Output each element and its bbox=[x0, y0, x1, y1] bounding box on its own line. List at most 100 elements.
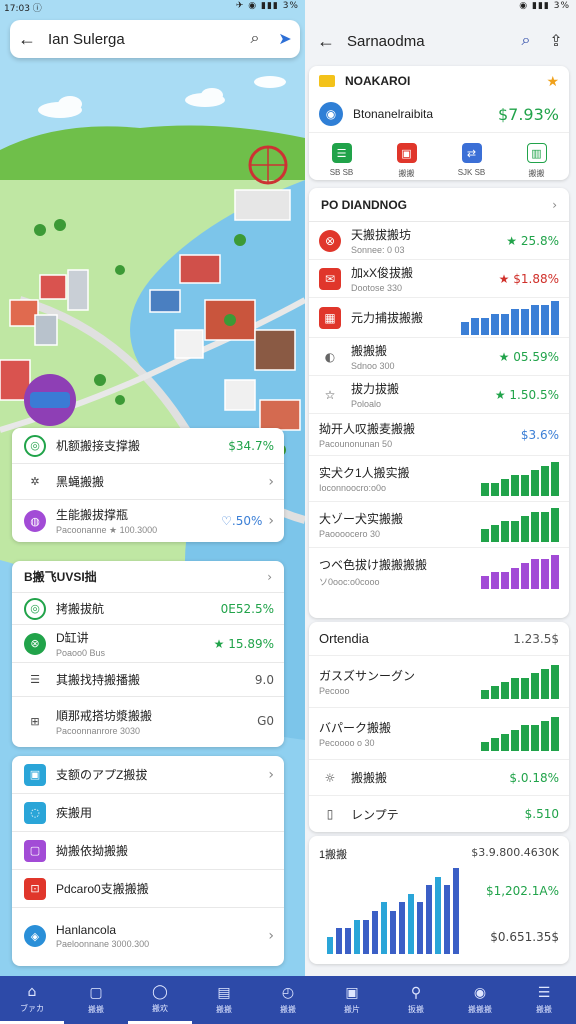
nav-item-4[interactable]: ▤ 搬搬 bbox=[192, 976, 256, 1024]
quick-action-3[interactable]: ⇄ SJK SB bbox=[442, 143, 502, 179]
chart-bar bbox=[390, 911, 396, 954]
globe-icon: ◍ bbox=[24, 510, 46, 532]
section-title: Ortendia bbox=[319, 631, 369, 646]
account-title-row: NOAKAROI ★ bbox=[309, 66, 569, 96]
list-item[interactable]: ⊡ Pdcaro0支搬搬搬 bbox=[12, 870, 284, 908]
list-item[interactable]: ◎ 机额搬接支撑搬 $34.7% bbox=[12, 428, 284, 464]
quick-action-label: SB SB bbox=[329, 168, 354, 177]
sparkline bbox=[461, 300, 559, 335]
quick-action-2[interactable]: ▣ 搬搬 bbox=[377, 143, 437, 179]
list-item[interactable]: ▣ 支额のアプZ搬拔 › bbox=[12, 756, 284, 794]
spark-bar bbox=[551, 461, 559, 496]
chevron-right-icon: › bbox=[267, 569, 272, 584]
section-header[interactable]: B搬飞UVSI拙 › bbox=[12, 561, 284, 593]
list-item[interactable]: ☰ 其搬找持搬播搬 9.0 bbox=[12, 663, 284, 697]
list-item[interactable]: 实犬ク1人搬实搬 Ioconnoocro:o0o bbox=[309, 456, 569, 502]
nav-item-5[interactable]: ◴ 搬搬 bbox=[256, 976, 320, 1024]
nav-item-2[interactable]: ▢ 搬搬 bbox=[64, 976, 128, 1024]
list-item[interactable]: ▢ 拗搬依拗搬搬 bbox=[12, 832, 284, 870]
card-icon: ☰ bbox=[331, 143, 352, 163]
item-label: Hanlancola bbox=[56, 923, 117, 937]
item-label: 拔力拔搬 bbox=[351, 382, 400, 396]
lock-icon: ▣ bbox=[396, 143, 417, 163]
back-arrow-icon[interactable]: ← bbox=[309, 31, 343, 52]
list-item[interactable]: ◍ 生能搬拔撑瓶 Pacoonanne ★ 100.3000 ♡.50% › bbox=[12, 500, 284, 542]
bottom-navigation: ⌂ ブァカ ▢ 搬搬 ◯ 搬欢 ▤ 搬搬 ◴ 搬搬 ▣ 搬片 ⚲ 扳搬 ◉ 搬搬搬 ☰ 搬搬 bbox=[0, 976, 576, 1024]
back-arrow-icon[interactable]: ← bbox=[10, 29, 44, 50]
list-item[interactable]: ✲ 黑蝇搬搬 › bbox=[12, 464, 284, 500]
section-value: 1.23.5$ bbox=[513, 631, 559, 646]
item-label: 天搬拔搬坊 bbox=[351, 228, 412, 242]
chevron-right-icon: › bbox=[268, 928, 274, 944]
list-item[interactable]: 大ゾー犬实搬搬 Paoooocero 30 bbox=[309, 502, 569, 548]
square-icon: ▣ bbox=[24, 763, 46, 786]
list-item[interactable]: ✉ 加xX俊拔搬 Dootose 330 ★ $1.88% bbox=[309, 260, 569, 298]
list-item[interactable]: ☼ 搬搬搬 $.0.18% bbox=[309, 760, 569, 796]
list-item[interactable]: ◈ Hanlancola Paeloonnane 3000.300 › bbox=[12, 908, 284, 964]
chart-bar bbox=[363, 920, 369, 954]
item-value: ★ $1.88% bbox=[498, 271, 559, 286]
nav-item-6[interactable]: ▣ 搬片 bbox=[320, 976, 384, 1024]
categories-card: ▣ 支额のアプZ搬拔 › ◌ 疾搬用 ▢ 拗搬依拗搬搬 ⊡ Pdcaro0支搬搬… bbox=[12, 756, 284, 966]
list-item[interactable]: バパーク搬搬 Pecoooo o 30 bbox=[309, 708, 569, 760]
grid-icon: ⊞ bbox=[30, 714, 40, 728]
performance-chart-card: 1搬搬 $3.9.800.4630K $1,202.1A% $0.651.35$ bbox=[309, 836, 569, 964]
list-item[interactable]: ▯ レンプテ $.510 bbox=[309, 796, 569, 832]
spark-bar bbox=[521, 563, 529, 589]
nav-item-3[interactable]: ◯ 搬欢 bbox=[128, 976, 192, 1024]
quick-action-label: 搬搬 bbox=[398, 169, 415, 178]
item-value: ♡.50% bbox=[221, 514, 263, 528]
spark-bar bbox=[531, 304, 539, 335]
section-header[interactable]: PO DIANDNOG › bbox=[309, 188, 569, 222]
item-label: 順那戒搭坊漿搬搬 bbox=[56, 708, 153, 723]
list-item[interactable]: ガスズサンーグン Pecooo bbox=[309, 656, 569, 708]
search-bar[interactable]: ← Ian Sulerga ⌕ ➤ bbox=[10, 20, 300, 58]
search-icon[interactable]: ⌕ bbox=[511, 32, 541, 50]
status-bar: ◉ ▮▮▮ 3% bbox=[305, 0, 576, 14]
spark-bar bbox=[541, 511, 549, 542]
nav-menu[interactable]: ☰ 搬搬 bbox=[512, 976, 576, 1024]
quick-action-1[interactable]: ☰ SB SB bbox=[312, 143, 372, 179]
item-label: 搬搬搬 bbox=[351, 771, 388, 785]
share-icon[interactable]: ⇪ bbox=[541, 31, 571, 51]
half-circle-icon: ◐ bbox=[324, 349, 336, 364]
list-item[interactable]: ⊗ D缸讲 Poaoo0 Bus ★ 15.89% bbox=[12, 625, 284, 663]
nav-item-7[interactable]: ⚲ 扳搬 bbox=[384, 976, 448, 1024]
list-item[interactable]: ☆ 拔力拔搬 Poloalo ★ 1.50.5% bbox=[309, 376, 569, 414]
star-icon[interactable]: ★ bbox=[546, 73, 559, 90]
list-icon: ▤ bbox=[217, 985, 231, 1001]
item-label: 拗开人叹搬麦搬搬 bbox=[319, 422, 416, 436]
item-sub: Pecoooo o 30 bbox=[319, 738, 375, 748]
spark-bar bbox=[531, 724, 539, 751]
list-item[interactable]: つベ色拔け搬搬搬搬 ソ0ooc:o0cooo bbox=[309, 548, 569, 596]
nav-item-8[interactable]: ◉ 搬搬搬 bbox=[448, 976, 512, 1024]
list-item[interactable]: ◐ 搬搬搬 Sdnoo 300 ★ 05.59% bbox=[309, 338, 569, 376]
nav-home[interactable]: ⌂ ブァカ bbox=[0, 976, 64, 1024]
grid-icon: ▦ bbox=[319, 306, 341, 329]
list-item[interactable]: ⊗ 天搬拔搬坊 Sonnee: 0 03 ★ 25.8% bbox=[309, 222, 569, 260]
list-item[interactable]: ▦ 元力捕拔搬搬 bbox=[309, 298, 569, 338]
spark-bar bbox=[481, 482, 489, 496]
spark-bar bbox=[521, 474, 529, 496]
spark-bar bbox=[511, 568, 519, 589]
item-label: 实犬ク1人搬实搬 bbox=[319, 466, 410, 480]
list-item[interactable]: ◎ 拷搬拔航 0E52.5% bbox=[12, 593, 284, 625]
spark-bar bbox=[541, 668, 549, 699]
navigation-icon[interactable]: ➤ bbox=[270, 29, 300, 49]
list-item[interactable]: ⊞ 順那戒搭坊漿搬搬 Pacoonnanrore 3030 G0 bbox=[12, 697, 284, 745]
list-item[interactable]: 拗开人叹搬麦搬搬 Pacounonunan 50 $3.6% bbox=[309, 414, 569, 456]
item-value: $.0.18% bbox=[509, 770, 559, 785]
item-label: 机额搬接支撑搬 bbox=[56, 439, 141, 453]
balance-row[interactable]: ◉ Btonanelraibita $7.93% bbox=[309, 96, 569, 132]
spark-bar bbox=[551, 555, 559, 589]
quick-action-4[interactable]: ▥ 搬搬 bbox=[507, 143, 567, 179]
chart-bar bbox=[327, 937, 333, 954]
search-icon[interactable]: ⌕ bbox=[240, 30, 270, 48]
location-pin-icon: ◈ bbox=[24, 925, 46, 947]
sparkline bbox=[481, 461, 559, 496]
list-item[interactable]: ◌ 疾搬用 bbox=[12, 794, 284, 832]
spark-bar bbox=[551, 300, 559, 335]
spark-bar bbox=[461, 321, 469, 335]
section-header[interactable]: Ortendia 1.23.5$ bbox=[309, 622, 569, 656]
spark-bar bbox=[501, 733, 509, 751]
